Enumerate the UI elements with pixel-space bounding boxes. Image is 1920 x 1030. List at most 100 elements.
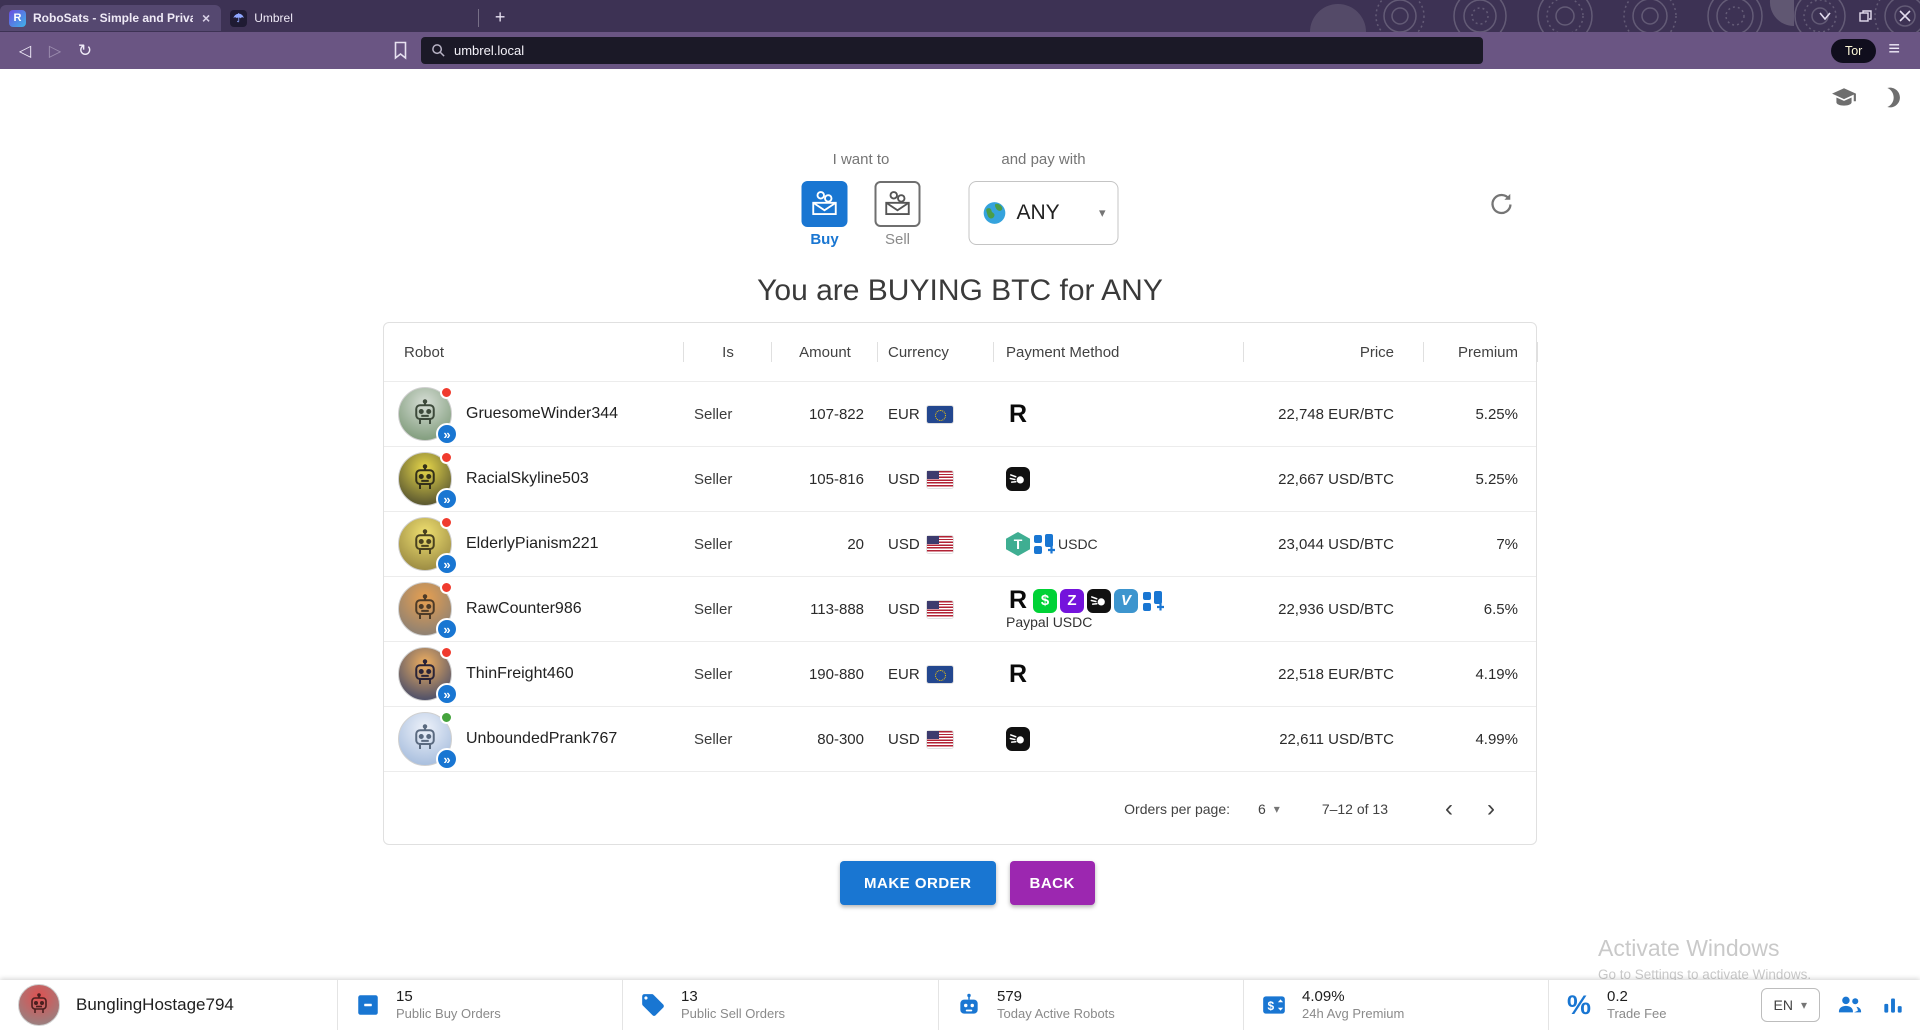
venmo-icon: V [1114,589,1138,613]
cell-price: 22,611 USD/BTC [1244,731,1424,748]
header-currency: Currency [878,323,994,381]
comet-payment-icon [1006,727,1030,751]
learn-icon[interactable] [1831,85,1857,116]
status-dot [440,516,453,529]
user-avatar [18,984,60,1026]
chevron-down-icon: ▾ [1099,205,1106,221]
misc-payment-icon [1032,532,1056,556]
dark-mode-icon[interactable] [1877,85,1902,116]
price-tag-icon: $ [1260,992,1288,1018]
stat-avg-premium: $ 4.09%24h Avg Premium [1243,980,1548,1030]
window-minimize-icon[interactable] [1818,9,1832,23]
robot-name: GruesomeWinder344 [466,405,618,423]
filter-pay: and pay with ANY ▾ [969,151,1119,245]
address-bar[interactable]: umbrel.local [421,37,1483,64]
us-flag-icon [927,601,953,618]
robot-avatar: » [398,387,452,441]
robot-avatar: » [398,517,452,571]
previous-page-button[interactable]: ‹ [1428,797,1470,821]
currency-select[interactable]: ANY ▾ [969,181,1119,245]
robot-name: ElderlyPianism221 [466,535,599,553]
cell-price: 22,518 EUR/BTC [1244,666,1424,683]
misc-payment-icon [1141,589,1165,613]
stats-icon[interactable] [1880,992,1906,1018]
activate-windows-watermark: Activate Windows Go to Settings to activ… [1598,935,1811,982]
sell-envelope-icon [875,181,921,227]
currency-value: ANY [1017,201,1060,225]
next-page-button[interactable]: › [1470,797,1512,821]
buy-envelope-icon [802,181,848,227]
robot-avatar: » [398,647,452,701]
robosats-favicon: R [9,10,26,27]
table-row[interactable]: » RawCounter986 Seller 113-888 USD R $ Z… [384,576,1536,641]
tab-close-icon[interactable]: × [200,10,212,26]
forward-button[interactable]: ▷ [40,41,70,61]
table-header-row: Robot Is Amount Currency Payment Method … [384,323,1536,381]
buy-toggle-button[interactable]: Buy [802,181,848,248]
umbrel-favicon: ☂ [230,10,247,27]
reload-button[interactable]: ↻ [70,41,100,61]
pagination-range: 7–12 of 13 [1322,801,1388,817]
tab-separator [478,9,479,27]
search-icon [431,43,446,58]
table-row[interactable]: » ElderlyPianism221 Seller 20 USD T USDC… [384,511,1536,576]
bookmark-icon[interactable] [392,41,409,60]
back-button-page[interactable]: BACK [1010,861,1095,905]
header-is: Is [684,323,772,381]
language-select[interactable]: EN ▾ [1761,988,1820,1022]
cell-price: 23,044 USD/BTC [1244,536,1424,553]
us-flag-icon [927,536,953,553]
refresh-button[interactable] [1488,191,1515,221]
sell-toggle-button[interactable]: Sell [875,181,921,248]
cell-premium: 4.19% [1424,666,1538,683]
browser-tab-robosats[interactable]: R RoboSats - Simple and Private Bit × [0,5,221,31]
cell-currency: USD [888,536,920,553]
cell-amount: 190-880 [772,666,878,683]
header-price: Price [1244,323,1424,381]
table-row[interactable]: » UnboundedPrank767 Seller 80-300 USD 22… [384,706,1536,771]
stat-public-sell-orders: 13Public Sell Orders [622,980,938,1030]
header-amount: Amount [772,323,878,381]
cell-is: Seller [684,536,772,553]
browser-tab-umbrel[interactable]: ☂ Umbrel [221,5,302,31]
cell-amount: 107-822 [772,406,878,423]
cashapp-icon: $ [1033,589,1057,613]
eu-flag-icon [927,666,953,683]
menu-icon[interactable]: ≡ [1876,38,1910,63]
table-row[interactable]: » GruesomeWinder344 Seller 107-822 EUR R… [384,381,1536,446]
robot-name: ThinFreight460 [466,665,574,683]
table-row[interactable]: » ThinFreight460 Seller 190-880 EUR R 22… [384,641,1536,706]
window-restore-icon[interactable] [1858,9,1872,23]
back-button[interactable]: ◁ [10,41,40,61]
table-row[interactable]: » RacialSkyline503 Seller 105-816 USD 22… [384,446,1536,511]
globe-icon [982,200,1008,226]
robot-profile[interactable]: BunglingHostage794 [0,984,337,1026]
comet-payment-icon [1006,467,1030,491]
percent-icon: % [1565,990,1593,1021]
want-label: I want to [802,151,921,168]
per-page-select[interactable]: 6 ▾ [1258,801,1280,817]
chevrons-badge-icon: » [436,683,458,705]
us-flag-icon [927,471,953,488]
revolut-icon: R [1006,662,1030,686]
cell-currency: USD [888,471,920,488]
new-tab-button[interactable]: + [485,7,516,28]
cell-is: Seller [684,406,772,423]
us-flag-icon [927,731,953,748]
stat-trade-fee: % 0.2Trade Fee [1548,980,1745,1030]
chevrons-badge-icon: » [436,423,458,445]
tor-circuit-button[interactable]: Tor [1831,39,1876,63]
window-close-icon[interactable] [1898,9,1912,23]
pagination-bar: Orders per page: 6 ▾ 7–12 of 13 ‹ › [384,771,1536,845]
sell-label: Sell [885,231,910,248]
community-icon[interactable] [1836,991,1864,1019]
cell-currency: USD [888,601,920,618]
cell-is: Seller [684,601,772,618]
payment-method-text: USDC [1058,536,1098,552]
orders-per-page-label: Orders per page: [1124,801,1230,817]
revolut-icon: R [1006,402,1030,426]
cell-currency: USD [888,731,920,748]
chevrons-badge-icon: » [436,488,458,510]
make-order-button[interactable]: MAKE ORDER [840,861,996,905]
header-premium: Premium [1424,323,1538,381]
